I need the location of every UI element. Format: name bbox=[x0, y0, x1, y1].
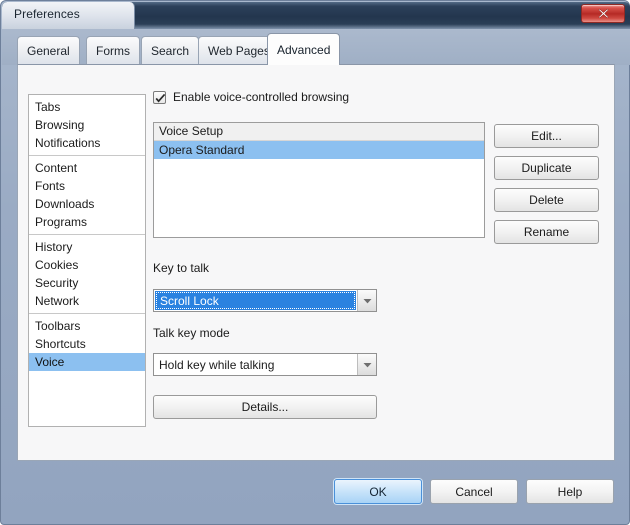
advanced-panel: Tabs Browsing Notifications Content Font… bbox=[17, 64, 615, 461]
voice-setup-list[interactable]: Voice Setup Opera Standard bbox=[153, 122, 485, 238]
key-to-talk-value: Scroll Lock bbox=[155, 291, 356, 310]
category-group: History Cookies Security Network bbox=[29, 234, 145, 313]
sidebar-item-programs[interactable]: Programs bbox=[29, 213, 145, 231]
sidebar-item-history[interactable]: History bbox=[29, 238, 145, 256]
enable-voice-row[interactable]: Enable voice-controlled browsing bbox=[153, 90, 349, 104]
chevron-down-icon[interactable] bbox=[357, 290, 376, 311]
cancel-button[interactable]: Cancel bbox=[430, 479, 518, 504]
sidebar-item-cookies[interactable]: Cookies bbox=[29, 256, 145, 274]
preferences-window: Preferences General Forms Search Web Pag… bbox=[0, 0, 630, 525]
details-button[interactable]: Details... bbox=[153, 395, 377, 419]
sidebar-item-notifications[interactable]: Notifications bbox=[29, 134, 145, 152]
tab-strip: General Forms Search Web Pages Advanced bbox=[2, 29, 630, 65]
title-bar: Preferences bbox=[2, 2, 630, 29]
category-group: Content Fonts Downloads Programs bbox=[29, 155, 145, 234]
delete-button[interactable]: Delete bbox=[494, 188, 599, 212]
sidebar-item-network[interactable]: Network bbox=[29, 292, 145, 310]
ok-button[interactable]: OK bbox=[334, 479, 422, 504]
close-icon bbox=[597, 8, 609, 19]
talk-key-mode-label: Talk key mode bbox=[153, 326, 230, 340]
tab-forms[interactable]: Forms bbox=[86, 36, 140, 65]
sidebar-item-shortcuts[interactable]: Shortcuts bbox=[29, 335, 145, 353]
voice-setup-header: Voice Setup bbox=[154, 123, 484, 141]
tab-advanced[interactable]: Advanced bbox=[267, 33, 341, 65]
talk-key-mode-value: Hold key while talking bbox=[159, 357, 275, 372]
help-button[interactable]: Help bbox=[526, 479, 614, 504]
talk-key-mode-select[interactable]: Hold key while talking bbox=[153, 353, 377, 376]
rename-button[interactable]: Rename bbox=[494, 220, 599, 244]
sidebar-item-security[interactable]: Security bbox=[29, 274, 145, 292]
chevron-down-icon[interactable] bbox=[357, 354, 376, 375]
tab-general[interactable]: General bbox=[17, 36, 80, 65]
sidebar-item-browsing[interactable]: Browsing bbox=[29, 116, 145, 134]
sidebar-item-voice[interactable]: Voice bbox=[29, 353, 145, 371]
enable-voice-checkbox[interactable] bbox=[153, 90, 166, 104]
window-title: Preferences bbox=[14, 7, 80, 21]
sidebar-item-toolbars[interactable]: Toolbars bbox=[29, 317, 145, 335]
key-to-talk-label: Key to talk bbox=[153, 261, 210, 275]
sidebar-item-tabs[interactable]: Tabs bbox=[29, 98, 145, 116]
sidebar-item-content[interactable]: Content bbox=[29, 159, 145, 177]
tab-search[interactable]: Search bbox=[141, 36, 200, 65]
duplicate-button[interactable]: Duplicate bbox=[494, 156, 599, 180]
sidebar-item-fonts[interactable]: Fonts bbox=[29, 177, 145, 195]
list-item[interactable]: Opera Standard bbox=[154, 141, 484, 159]
category-group: Tabs Browsing Notifications bbox=[29, 95, 145, 155]
edit-button[interactable]: Edit... bbox=[494, 124, 599, 148]
enable-voice-label: Enable voice-controlled browsing bbox=[173, 90, 350, 104]
sidebar-item-downloads[interactable]: Downloads bbox=[29, 195, 145, 213]
key-to-talk-select[interactable]: Scroll Lock bbox=[153, 289, 377, 312]
category-group: Toolbars Shortcuts Voice bbox=[29, 313, 145, 374]
close-button[interactable] bbox=[581, 4, 625, 23]
category-list[interactable]: Tabs Browsing Notifications Content Font… bbox=[28, 94, 146, 427]
